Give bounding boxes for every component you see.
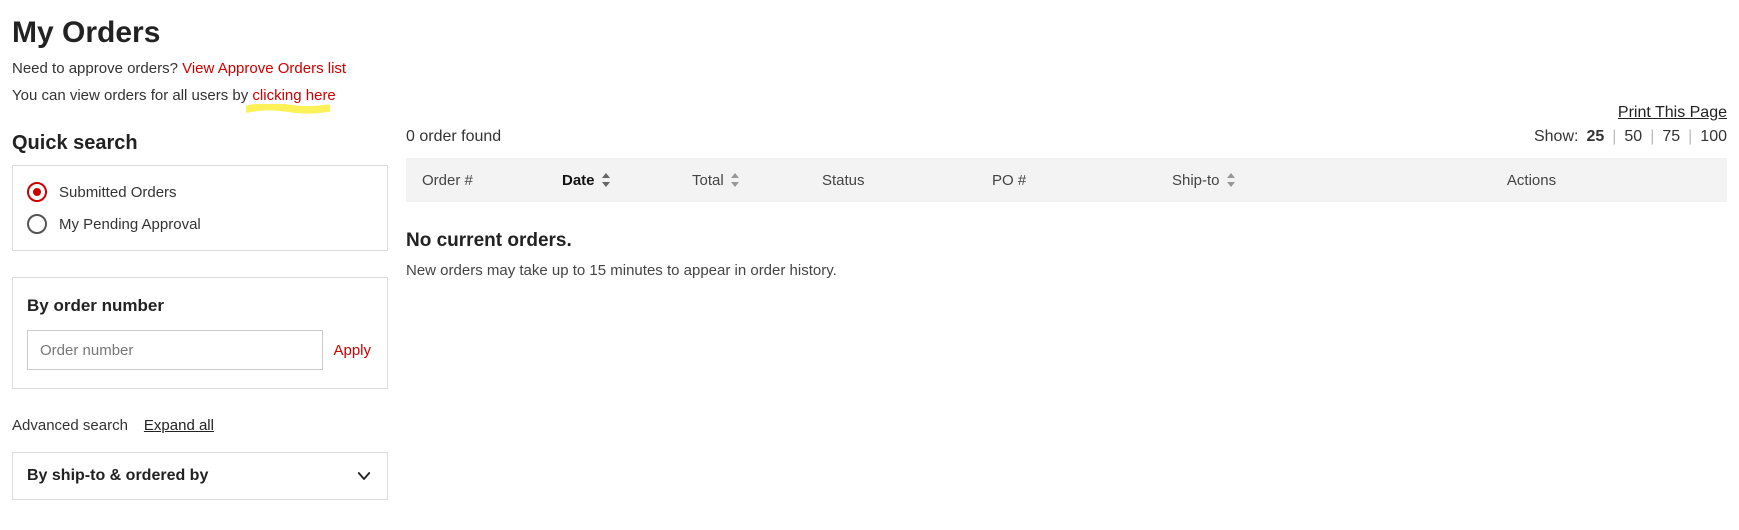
all-users-link[interactable]: clicking here	[252, 87, 335, 104]
sort-icon	[601, 173, 611, 187]
filter-pending-approval[interactable]: My Pending Approval	[27, 208, 373, 240]
show-label: Show:	[1534, 128, 1578, 146]
order-number-input[interactable]	[27, 330, 323, 370]
highlight-annotation-icon	[246, 104, 329, 114]
approve-prefix: Need to approve orders?	[12, 60, 182, 77]
sort-icon	[730, 173, 740, 187]
page-size-100[interactable]: 100	[1700, 128, 1727, 146]
filter-submitted-label: Submitted Orders	[59, 184, 177, 201]
empty-title: No current orders.	[406, 230, 1727, 252]
approve-orders-link[interactable]: View Approve Orders list	[182, 60, 346, 77]
col-po[interactable]: PO #	[992, 172, 1172, 189]
page-size-25[interactable]: 25	[1586, 128, 1604, 146]
print-page-link[interactable]: Print This Page	[1618, 104, 1727, 122]
radio-unselected-icon	[27, 214, 47, 234]
results-count: 0 order found	[406, 128, 501, 146]
col-total[interactable]: Total	[692, 172, 822, 189]
col-status[interactable]: Status	[822, 172, 992, 189]
orders-table-header: Order # Date Total S	[406, 158, 1727, 202]
sort-icon	[1226, 173, 1236, 187]
filter-pending-label: My Pending Approval	[59, 216, 201, 233]
advanced-search-label: Advanced search	[12, 417, 128, 434]
page-size-75[interactable]: 75	[1662, 128, 1680, 146]
empty-text: New orders may take up to 15 minutes to …	[406, 262, 1727, 279]
expand-all-link[interactable]: Expand all	[144, 417, 214, 434]
by-order-number-heading: By order number	[27, 296, 373, 316]
page-size-group: Show: 25 | 50 | 75 | 100	[1534, 128, 1727, 146]
apply-button[interactable]: Apply	[331, 342, 373, 359]
all-users-text: You can view orders for all users by cli…	[12, 87, 1727, 104]
quick-search-heading: Quick search	[12, 132, 388, 155]
accordion-shipto-orderedby[interactable]: By ship-to & ordered by	[12, 452, 388, 500]
filter-submitted-orders[interactable]: Submitted Orders	[27, 176, 373, 208]
by-order-number-card: By order number Apply	[12, 277, 388, 389]
col-date[interactable]: Date	[562, 172, 692, 189]
empty-state: No current orders. New orders may take u…	[406, 202, 1727, 279]
accordion-shipto-label: By ship-to & ordered by	[27, 467, 208, 485]
radio-selected-icon	[27, 182, 47, 202]
quick-search-card: Submitted Orders My Pending Approval	[12, 165, 388, 251]
page-title: My Orders	[12, 16, 1727, 50]
chevron-down-icon	[355, 467, 373, 485]
page-size-50[interactable]: 50	[1624, 128, 1642, 146]
col-order-number[interactable]: Order #	[422, 172, 562, 189]
approve-text: Need to approve orders? View Approve Ord…	[12, 60, 1727, 77]
col-shipto[interactable]: Ship-to	[1172, 172, 1352, 189]
col-actions: Actions	[1352, 172, 1711, 189]
all-users-prefix: You can view orders for all users by	[12, 87, 252, 104]
